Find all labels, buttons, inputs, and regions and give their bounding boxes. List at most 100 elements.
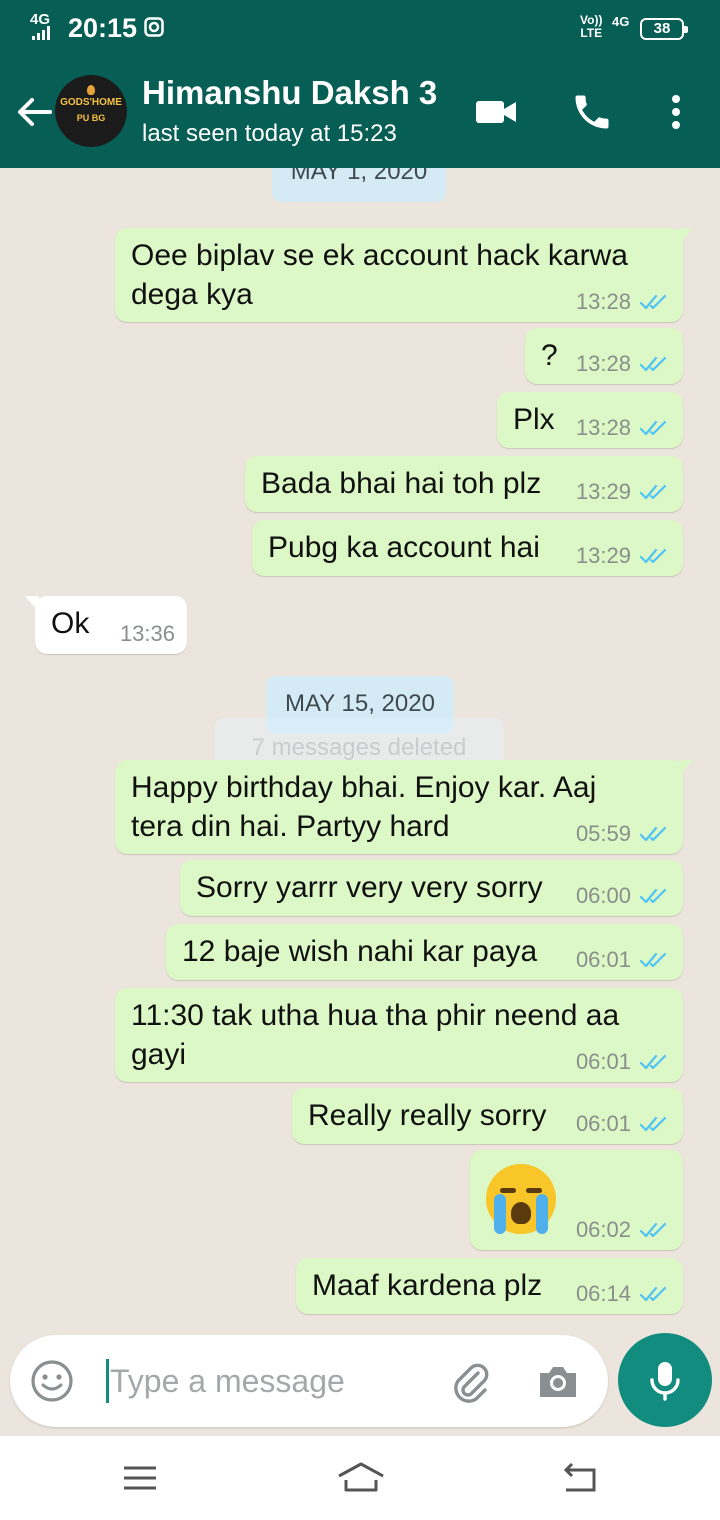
message-meta: 13:28 <box>576 352 671 376</box>
flame-icon <box>87 85 95 95</box>
message-bubble[interactable]: Really really sorry 06:01 <box>292 1088 683 1144</box>
message-bubble-emoji[interactable]: 06:02 <box>470 1150 683 1250</box>
message-bubble-incoming[interactable]: Ok 13:36 <box>25 596 187 654</box>
last-seen-status: last seen today at 15:23 <box>142 120 397 147</box>
read-receipt-icon <box>639 1222 667 1238</box>
read-receipt-icon <box>639 1116 667 1132</box>
emoji-icon[interactable] <box>30 1359 74 1403</box>
message-meta: 06:01 <box>576 1050 671 1074</box>
message-meta: 13:29 <box>576 544 671 568</box>
message-meta: 05:59 <box>576 822 671 846</box>
volte-bottom: LTE <box>580 26 603 40</box>
camera-icon[interactable] <box>536 1359 580 1403</box>
back-arrow-icon[interactable] <box>12 90 56 134</box>
message-text: Really really sorry <box>308 1099 547 1132</box>
menu-icon[interactable] <box>118 1458 162 1498</box>
instagram-notification-icon <box>144 17 164 37</box>
status-bar: 4G 20:15 Vo)) LTE 4G 38 <box>0 0 720 56</box>
message-meta: 06:01 <box>576 1112 671 1136</box>
mobile-data-indicator: 4G <box>612 14 630 29</box>
message-time: 13:28 <box>575 289 631 314</box>
read-receipt-icon <box>639 952 667 968</box>
message-bubble[interactable]: Bada bhai hai toh plz 13:29 <box>245 456 683 512</box>
message-meta: 06:14 <box>576 1282 671 1306</box>
message-time: 06:14 <box>575 1281 631 1306</box>
chat-header: GODS'HOME PU BG Himanshu Daksh 3 last se… <box>0 56 720 168</box>
message-text: Pubg ka account hai <box>268 531 540 564</box>
message-text: 11:30 tak utha hua tha phir neend aa gay… <box>131 996 619 1074</box>
home-icon[interactable] <box>336 1458 386 1498</box>
message-time: 06:01 <box>575 1049 631 1074</box>
video-call-button[interactable] <box>474 90 518 134</box>
message-meta: 13:29 <box>576 480 671 504</box>
message-bubble[interactable]: Sorry yarrr very very sorry 06:00 <box>180 860 683 916</box>
system-navigation-bar <box>0 1436 720 1520</box>
message-meta: 13:36 <box>120 622 175 646</box>
message-time: 13:36 <box>119 621 175 646</box>
message-bubble[interactable]: 11:30 tak utha hua tha phir neend aa gay… <box>115 988 683 1082</box>
voice-record-button[interactable] <box>618 1333 712 1427</box>
clock: 20:15 <box>68 13 138 43</box>
read-receipt-icon <box>639 888 667 904</box>
attach-icon[interactable] <box>448 1359 492 1403</box>
message-bubble[interactable]: Oee biplav se ek account hack karwa dega… <box>115 228 693 322</box>
message-composer <box>10 1335 608 1427</box>
message-meta: 13:28 <box>576 416 671 440</box>
message-bubble[interactable]: Pubg ka account hai 13:29 <box>252 520 683 576</box>
message-text: 12 baje wish nahi kar paya <box>182 935 538 968</box>
volte-indicator: Vo)) LTE <box>580 14 602 40</box>
message-list[interactable]: MAY 1, 2020 Oee biplav se ek account hac… <box>0 168 720 1336</box>
more-options-button[interactable] <box>654 90 698 134</box>
message-time: 05:59 <box>575 821 631 846</box>
message-bubble[interactable]: Plx 13:28 <box>497 392 683 448</box>
message-text: ? <box>541 339 558 372</box>
message-text: Plx <box>513 403 555 436</box>
more-options-icon <box>672 95 680 129</box>
message-bubble[interactable]: ? 13:28 <box>525 328 683 384</box>
read-receipt-icon <box>639 420 667 436</box>
message-meta: 06:02 <box>576 1218 671 1242</box>
message-time: 06:01 <box>575 947 631 972</box>
mic-icon <box>650 1362 680 1401</box>
emoji-tear <box>536 1194 548 1234</box>
emoji-tear <box>494 1194 506 1234</box>
voice-call-button[interactable] <box>570 90 614 134</box>
message-time: 13:29 <box>575 543 631 568</box>
emoji-mouth <box>511 1202 531 1224</box>
message-line: Oee biplav se ek account hack karwa <box>131 239 628 272</box>
message-time: 13:29 <box>575 479 631 504</box>
emoji-eye <box>526 1188 542 1193</box>
read-receipt-icon <box>639 1054 667 1070</box>
read-receipt-icon <box>639 356 667 372</box>
message-line: Happy birthday bhai. Enjoy kar. Aaj <box>131 771 597 804</box>
message-text: Ok <box>51 607 90 640</box>
avatar[interactable]: GODS'HOME PU BG <box>55 75 127 147</box>
message-text: Maaf kardena plz <box>312 1269 543 1302</box>
message-text: Sorry yarrr very very sorry <box>196 871 543 904</box>
message-text: Oee biplav se ek account hack karwa dega… <box>131 236 628 314</box>
back-nav-icon[interactable] <box>558 1458 602 1498</box>
message-bubble[interactable]: 12 baje wish nahi kar paya 06:01 <box>166 924 683 980</box>
message-line: tera din hai. Partyy hard <box>131 810 450 843</box>
emoji-eye <box>500 1188 516 1193</box>
text-cursor <box>106 1359 109 1403</box>
date-chip: MAY 1, 2020 <box>272 168 446 202</box>
contact-name[interactable]: Himanshu Daksh 3 <box>142 74 437 112</box>
message-text: Happy birthday bhai. Enjoy kar. Aaj tera… <box>131 768 596 846</box>
message-time: 06:01 <box>575 1111 631 1136</box>
read-receipt-icon <box>639 294 667 310</box>
avatar-logo-text: GODS'HOME <box>60 97 122 108</box>
message-input[interactable] <box>110 1357 440 1405</box>
read-receipt-icon <box>639 484 667 500</box>
message-time: 13:28 <box>575 415 631 440</box>
message-line: gayi <box>131 1038 187 1071</box>
read-receipt-icon <box>639 826 667 842</box>
message-line: dega kya <box>131 278 253 311</box>
message-meta: 06:01 <box>576 948 671 972</box>
message-time: 13:28 <box>575 351 631 376</box>
loudly-crying-face-icon <box>486 1164 556 1234</box>
message-bubble[interactable]: Happy birthday bhai. Enjoy kar. Aaj tera… <box>115 760 693 854</box>
message-bubble[interactable]: Maaf kardena plz 06:14 <box>296 1258 683 1314</box>
message-line: 11:30 tak utha hua tha phir neend aa <box>131 999 620 1032</box>
message-time: 06:00 <box>575 883 631 908</box>
